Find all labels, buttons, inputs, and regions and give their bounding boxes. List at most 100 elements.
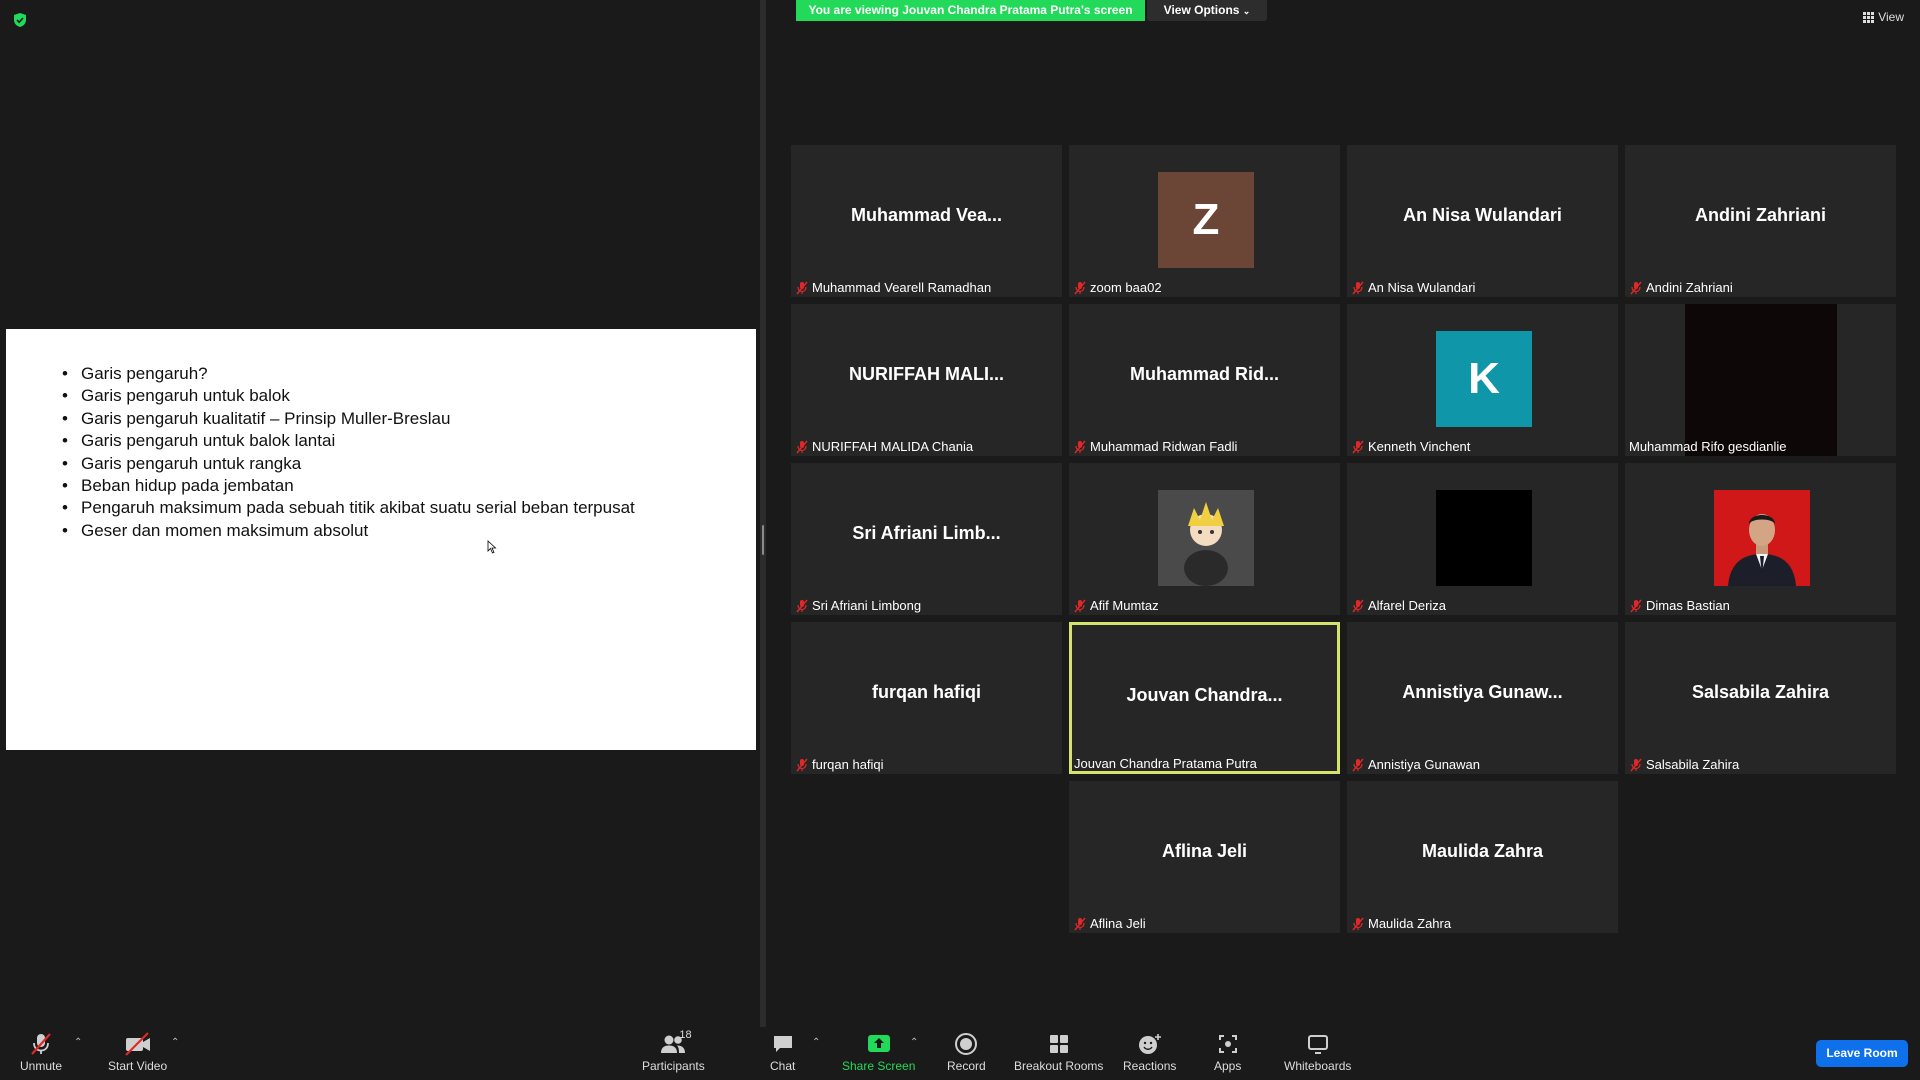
slide-bullet-list: Garis pengaruh?Garis pengaruh untuk balo… — [58, 363, 635, 543]
leave-room-button[interactable]: Leave Room — [1816, 1040, 1908, 1067]
participants-count-badge: 18 — [679, 1029, 692, 1041]
participant-tile[interactable]: Salsabila Zahira Salsabila Zahira — [1625, 622, 1896, 774]
gallery-view: Muhammad Vea... Muhammad Vearell Ramadhan… — [791, 145, 1897, 935]
participant-name-caption: Muhammad Rifo gesdianlie — [1629, 437, 1787, 456]
share-options-caret-icon[interactable]: ⌃ — [910, 1037, 918, 1048]
microphone-muted-icon — [1629, 758, 1643, 772]
slide-bullet-item: Garis pengaruh? — [58, 363, 635, 386]
participant-name: Muhammad Rifo gesdianlie — [1629, 439, 1787, 454]
participant-display-name: Andini Zahriani — [1694, 205, 1826, 225]
slide-bullet-item: Garis pengaruh untuk rangka — [58, 453, 635, 476]
participant-name-caption: furqan hafiqi — [795, 755, 884, 774]
participant-tile[interactable]: An Nisa Wulandari An Nisa Wulandari — [1347, 145, 1618, 297]
reactions-button[interactable]: Reactions — [1123, 1031, 1176, 1073]
participant-name-caption: Andini Zahriani — [1629, 278, 1733, 297]
encryption-shield-icon[interactable] — [12, 12, 28, 28]
participant-name-caption: Alfarel Deriza — [1351, 596, 1446, 615]
participants-button[interactable]: 18 Participants — [642, 1029, 705, 1073]
participant-tile[interactable]: Alfarel Deriza — [1347, 463, 1618, 615]
microphone-muted-icon — [31, 1033, 51, 1055]
apps-button[interactable]: Apps — [1214, 1031, 1241, 1073]
mouse-cursor-icon — [487, 540, 497, 554]
view-options-button[interactable]: View Options ⌄ — [1147, 0, 1267, 21]
chevron-down-icon: ⌄ — [1242, 6, 1251, 16]
participant-tile[interactable]: Muhammad Vea... Muhammad Vearell Ramadhan — [791, 145, 1062, 297]
microphone-muted-icon — [1351, 917, 1365, 931]
participant-tile[interactable]: Dimas Bastian — [1625, 463, 1896, 615]
reactions-label: Reactions — [1123, 1059, 1177, 1073]
microphone-muted-icon — [1073, 440, 1087, 454]
participant-name-caption: Jouvan Chandra Pratama Putra — [1074, 754, 1257, 771]
start-video-button[interactable]: Start Video — [108, 1031, 167, 1073]
participant-photo — [1158, 490, 1254, 586]
participant-tile[interactable]: Zzoom baa02 — [1069, 145, 1340, 297]
participant-tile[interactable]: NURIFFAH MALI... NURIFFAH MALIDA Chania — [791, 304, 1062, 456]
microphone-muted-icon — [1351, 599, 1365, 613]
video-options-caret-icon[interactable]: ⌃ — [171, 1037, 179, 1048]
participant-name: furqan hafiqi — [812, 757, 884, 772]
microphone-muted-icon — [1351, 281, 1365, 295]
breakout-rooms-label: Breakout Rooms — [1014, 1059, 1104, 1073]
microphone-muted-icon — [1073, 599, 1087, 613]
chat-button[interactable]: Chat — [770, 1031, 795, 1073]
participant-name: NURIFFAH MALIDA Chania — [812, 439, 974, 454]
slide-bullet-item: Garis pengaruh kualitatif – Prinsip Mull… — [58, 408, 635, 431]
participant-name-caption: Muhammad Ridwan Fadli — [1073, 437, 1237, 456]
slide-bullet-item: Garis pengaruh untuk balok — [58, 385, 635, 408]
microphone-muted-icon — [1073, 281, 1087, 295]
record-button[interactable]: Record — [947, 1031, 986, 1073]
participant-name: Muhammad Ridwan Fadli — [1090, 439, 1238, 454]
participant-tile[interactable]: Aflina Jeli Aflina Jeli — [1069, 781, 1340, 933]
participant-display-name: An Nisa Wulandari — [1403, 205, 1562, 225]
participant-tile[interactable]: Maulida Zahra Maulida Zahra — [1347, 781, 1618, 933]
audio-options-caret-icon[interactable]: ⌃ — [74, 1037, 82, 1048]
slide-bullet-item: Beban hidup pada jembatan — [58, 475, 635, 498]
participant-name: Dimas Bastian — [1646, 598, 1730, 613]
participant-display-name: Annistiya Gunaw... — [1402, 682, 1563, 702]
participant-tile[interactable]: Afif Mumtaz — [1069, 463, 1340, 615]
participant-name-caption: Annistiya Gunawan — [1351, 755, 1480, 774]
participant-tile[interactable]: furqan hafiqi furqan hafiqi — [791, 622, 1062, 774]
participant-tile[interactable]: Jouvan Chandra... Jouvan Chandra Pratama … — [1069, 622, 1340, 774]
slide-bullet-item: Geser dan momen maksimum absolut — [58, 520, 635, 543]
participant-display-name: Jouvan Chandra... — [1126, 685, 1283, 705]
whiteboards-label: Whiteboards — [1284, 1059, 1352, 1073]
participant-display-name: Muhammad Vea... — [850, 205, 1003, 225]
share-screen-arrow-icon — [867, 1035, 890, 1052]
participant-display-name: Salsabila Zahira — [1691, 682, 1830, 702]
chat-options-caret-icon[interactable]: ⌃ — [812, 1037, 820, 1048]
unmute-button[interactable]: Unmute — [20, 1031, 62, 1073]
participant-name-caption: An Nisa Wulandari — [1351, 278, 1475, 297]
participant-name-caption: Muhammad Vearell Ramadhan — [795, 278, 991, 297]
participant-display-name: Aflina Jeli — [1161, 841, 1248, 861]
whiteboards-button[interactable]: Whiteboards — [1284, 1031, 1351, 1073]
view-layout-button[interactable]: View — [1863, 10, 1904, 24]
participant-tile[interactable]: Muhammad Rid... Muhammad Ridwan Fadli — [1069, 304, 1340, 456]
participant-display-name: Sri Afriani Limb... — [852, 523, 1001, 543]
participant-tile[interactable]: K Kenneth Vinchent — [1347, 304, 1618, 456]
participant-display-name: furqan hafiqi — [872, 682, 981, 702]
record-icon — [955, 1033, 978, 1055]
participant-name-caption: NURIFFAH MALIDA Chania — [795, 437, 973, 456]
participants-label: Participants — [642, 1059, 705, 1073]
chat-bubble-icon — [773, 1036, 792, 1052]
splitter-handle[interactable] — [762, 525, 764, 555]
breakout-rooms-button[interactable]: Breakout Rooms — [1014, 1031, 1103, 1073]
apps-icon — [1218, 1035, 1237, 1053]
participant-tile[interactable]: Sri Afriani Limb... Sri Afriani Limbong — [791, 463, 1062, 615]
participant-display-name: Muhammad Rid... — [1129, 364, 1279, 384]
participant-name-caption: zoom baa02 — [1073, 278, 1162, 297]
participant-name: Kenneth Vinchent — [1368, 439, 1471, 454]
participant-tile[interactable]: Annistiya Gunaw... Annistiya Gunawan — [1347, 622, 1618, 774]
microphone-muted-icon — [795, 281, 809, 295]
participant-tile[interactable]: Andini Zahriani Andini Zahriani — [1625, 145, 1896, 297]
panel-splitter[interactable] — [760, 0, 766, 1027]
share-screen-label: Share Screen — [842, 1059, 916, 1073]
participant-name-caption: Dimas Bastian — [1629, 596, 1730, 615]
microphone-muted-icon — [795, 758, 809, 772]
microphone-muted-icon — [1629, 281, 1643, 295]
participant-photo — [1714, 490, 1810, 586]
share-screen-button[interactable]: Share Screen — [842, 1031, 915, 1073]
participant-tile[interactable]: Muhammad Rifo gesdianlie — [1625, 304, 1896, 456]
avatar-initial: Z — [1158, 172, 1254, 268]
